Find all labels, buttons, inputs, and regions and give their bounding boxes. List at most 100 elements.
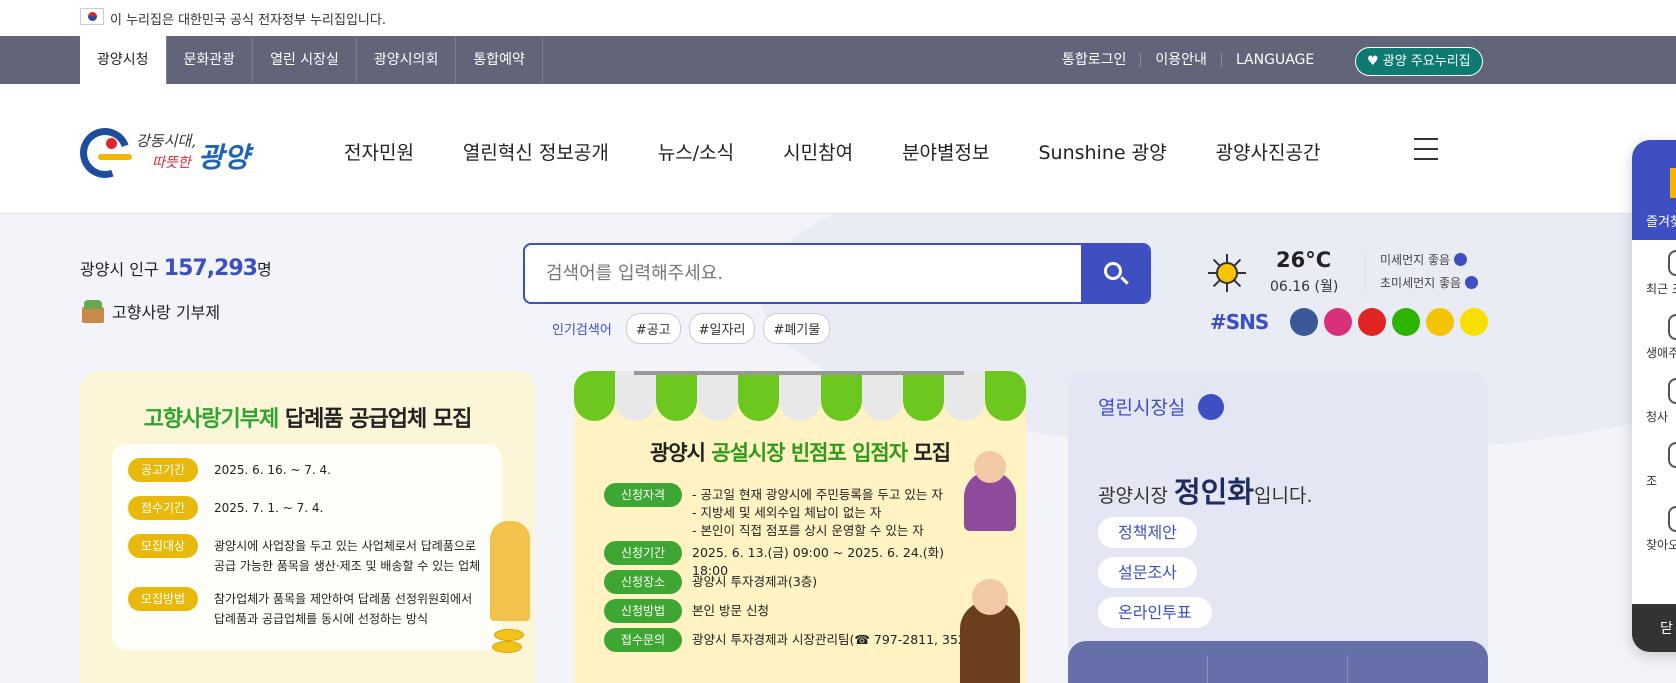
smile-icon xyxy=(1454,253,1468,266)
plus-icon[interactable] xyxy=(1198,394,1224,420)
quick-menu-close-button[interactable]: 닫 xyxy=(1632,604,1676,652)
open-mayor-office-title[interactable]: 열린시장실 xyxy=(1098,393,1185,420)
survey-button[interactable]: 설문조사 xyxy=(1098,557,1197,588)
policy-proposal-button[interactable]: 정책제안 xyxy=(1098,517,1197,548)
search-icon xyxy=(1104,262,1122,280)
hometown-donation-label: 고향사랑 기부제 xyxy=(112,303,221,322)
awning-illustration xyxy=(574,371,1026,427)
logo-slogan-1: 강동시대, xyxy=(136,132,196,150)
banner-public-market[interactable]: 광양시 공설시장 빈점포 입점자 모집 신청자격 - 공고일 현재 광양시에 주민… xyxy=(574,371,1026,683)
open-mayor-office-panel: 열린시장실 광양시장 정인화입니다. 정책제안 설문조사 온라인투표 xyxy=(1068,371,1488,683)
population-label: 광양시 인구 xyxy=(80,260,164,279)
card1-title: 고향사랑기부제 답례품 공급업체 모집 xyxy=(143,407,473,432)
card2-row: 접수문의 광양시 투자경제과 시장관리팀(☎ 797-2811, 3526) xyxy=(604,628,982,652)
quick-menu-title: 즐겨찾 xyxy=(1646,215,1676,230)
mayor-greeting: 광양시장 정인화입니다. xyxy=(1098,475,1313,509)
integrated-login-link[interactable]: 통합로그인 xyxy=(1048,53,1140,67)
nav-item-open-info[interactable]: 열린혁신 정보공개 xyxy=(463,138,609,165)
tab-reservation[interactable]: 통합예약 xyxy=(456,36,543,84)
card1-row: 공고기간 2025. 6. 16. ~ 7. 4. xyxy=(128,458,484,482)
quick-item[interactable]: 찾아오 xyxy=(1632,496,1676,560)
banner-hometown-donation[interactable]: 고향사랑기부제 답례품 공급업체 모집 공고기간 2025. 6. 16. ~ 7… xyxy=(80,371,535,683)
gift-box-icon xyxy=(80,298,106,324)
bookmark-icon xyxy=(1670,168,1676,198)
illustration-vendor xyxy=(964,451,1016,531)
sns-links: #SNS xyxy=(1210,308,1494,336)
fine-dust-status: 미세먼지 좋음 xyxy=(1380,251,1468,268)
nav-item-participation[interactable]: 시민참여 xyxy=(783,138,853,165)
logo-slogan-2: 따뜻한 xyxy=(152,155,191,171)
sun-icon xyxy=(1208,254,1246,292)
site-logo[interactable]: 강동시대, 따뜻한 광양 xyxy=(71,119,280,187)
person-icon xyxy=(1668,442,1676,468)
recent-icon xyxy=(1668,250,1676,276)
nav-item-news[interactable]: 뉴스/소식 xyxy=(658,138,734,165)
search-button[interactable] xyxy=(1081,245,1149,302)
nav-item-field-info[interactable]: 분야별정보 xyxy=(902,138,989,165)
menu-icon[interactable] xyxy=(1414,138,1438,160)
weather-date: 06.16 (월) xyxy=(1270,279,1339,295)
popular-keywords-label: 인기검색어 xyxy=(552,323,612,338)
quick-item[interactable]: 최근 조 xyxy=(1632,240,1676,304)
nav-item-sunshine[interactable]: Sunshine 광양 xyxy=(1038,138,1166,165)
card1-row: 모집방법 참가업체가 품목을 제안하여 답례품 선정위원회에서 답례품과 공급업체… xyxy=(128,587,484,629)
popular-keywords: 인기검색어 #공고 #일자리 #폐기물 xyxy=(552,313,838,344)
tab-culture-tourism[interactable]: 문화관광 xyxy=(167,36,254,84)
card1-content: 공고기간 2025. 6. 16. ~ 7. 4. 접수기간 2025. 7. 1.… xyxy=(112,444,502,650)
mayor-panel-footer xyxy=(1068,641,1488,683)
lifecycle-icon xyxy=(1668,314,1676,340)
card2-title: 광양시 공설시장 빈점포 입점자 모집 xyxy=(649,441,951,465)
weather-divider xyxy=(1365,252,1366,292)
gov-banner: 이 누리집은 대한민국 공식 전자정부 누리집입니다. xyxy=(0,0,1676,36)
search-input[interactable] xyxy=(525,245,1082,302)
gov-banner-text[interactable]: 이 누리집은 대한민국 공식 전자정부 누리집입니다. xyxy=(110,9,386,28)
blog-icon[interactable] xyxy=(1392,308,1421,336)
tab-open-mayor-office[interactable]: 열린 시장실 xyxy=(253,36,357,84)
korea-flag-icon xyxy=(80,8,104,25)
main-nav: 전자민원 열린혁신 정보공개 뉴스/소식 시민참여 분야별정보 Sunshine… xyxy=(344,138,1369,165)
usage-guide-link[interactable]: 이용안내 xyxy=(1140,53,1221,67)
top-bar: 광양시청 문화관광 열린 시장실 광양시의회 통합예약 통합로그인 이용안내 L… xyxy=(0,36,1676,84)
instagram-icon[interactable] xyxy=(1324,308,1353,336)
weather-widget: 26°C 06.16 (월) 미세먼지 좋음 초미세먼지 좋음 xyxy=(1200,248,1676,308)
card2-row: 신청장소 광양시 투자경제과(3층) xyxy=(604,570,982,594)
illustration-vendor xyxy=(960,579,1020,683)
facebook-icon[interactable] xyxy=(1290,308,1319,336)
logo-name: 광양 xyxy=(198,141,250,174)
illustration-person xyxy=(490,521,530,621)
youtube-icon[interactable] xyxy=(1358,308,1387,336)
quick-menu-header: 즐겨찾 xyxy=(1632,140,1676,240)
population-value: 157,293 xyxy=(163,256,258,281)
keyword-tag[interactable]: #일자리 xyxy=(688,313,756,344)
quick-item[interactable]: 청사 xyxy=(1632,368,1676,432)
kakaostory-icon[interactable] xyxy=(1426,308,1455,336)
building-icon xyxy=(1668,378,1676,404)
major-sites-button[interactable]: ♥ 광양 주요누리집 xyxy=(1355,47,1483,76)
kakaochannel-icon[interactable] xyxy=(1460,308,1489,336)
smile-icon xyxy=(1465,276,1479,289)
site-tabs: 광양시청 문화관광 열린 시장실 광양시의회 통합예약 xyxy=(80,36,543,84)
card1-row: 접수기간 2025. 7. 1. ~ 7. 4. xyxy=(128,496,484,520)
population-info: 광양시 인구 157,293명 xyxy=(80,256,272,281)
quick-item[interactable]: 생애주 xyxy=(1632,304,1676,368)
language-link[interactable]: LANGUAGE xyxy=(1220,53,1328,67)
card2-row: 신청자격 - 공고일 현재 광양시에 주민등록을 두고 있는 자 - 지방세 및 … xyxy=(604,483,982,540)
hometown-donation-link[interactable]: 고향사랑 기부제 xyxy=(80,298,220,324)
keyword-tag[interactable]: #폐기물 xyxy=(763,313,831,344)
online-vote-button[interactable]: 온라인투표 xyxy=(1098,597,1212,628)
temperature: 26°C xyxy=(1276,248,1332,272)
tab-city-council[interactable]: 광양시의회 xyxy=(357,36,457,84)
coin-icon xyxy=(494,629,524,641)
awning-bar xyxy=(634,371,964,375)
tab-city-hall[interactable]: 광양시청 xyxy=(80,36,167,84)
card1-row: 모집대상 광양시에 사업장을 두고 있는 사업체로서 답례품으로 공급 가능한 품… xyxy=(128,534,484,576)
quick-item[interactable]: 조 xyxy=(1632,432,1676,496)
logo-symbol xyxy=(71,119,139,187)
keyword-tag[interactable]: #공고 xyxy=(625,313,681,344)
utility-links: 통합로그인 이용안내 LANGUAGE xyxy=(1048,36,1328,84)
ultra-fine-dust-status: 초미세먼지 좋음 xyxy=(1380,274,1479,291)
header: 강동시대, 따뜻한 광양 전자민원 열린혁신 정보공개 뉴스/소식 시민참여 분… xyxy=(0,84,1676,214)
nav-item-photo[interactable]: 광양사진공간 xyxy=(1216,138,1321,165)
search-box xyxy=(523,243,1151,304)
nav-item-e-civil[interactable]: 전자민원 xyxy=(344,138,414,165)
